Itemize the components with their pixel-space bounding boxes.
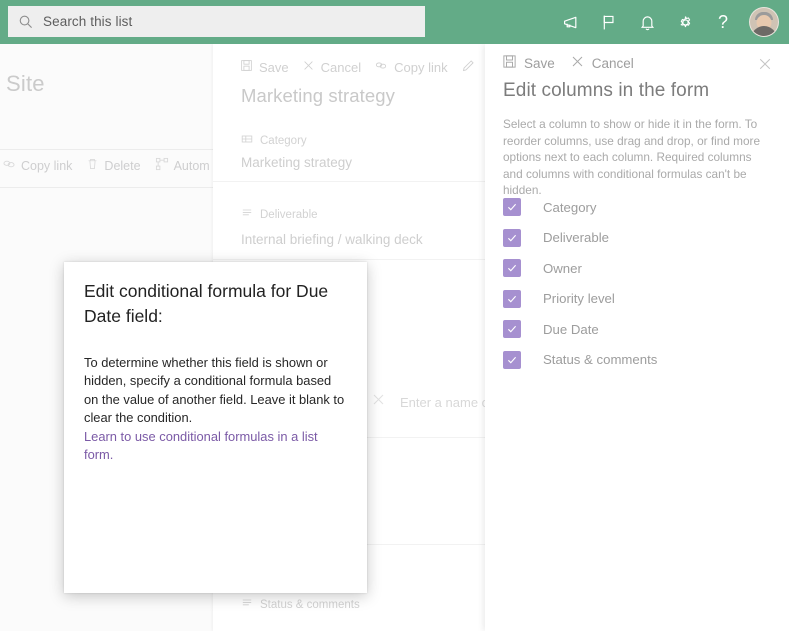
flag-icon[interactable] [591, 0, 627, 44]
automate-icon [155, 157, 169, 174]
column-label: Status & comments [543, 352, 658, 368]
cancel-icon [302, 59, 315, 75]
item-form-command-bar: Save Cancel Copy link [213, 53, 485, 81]
app-root: Site Copy link Delete Autom Save Cancel … [0, 0, 789, 631]
search-input[interactable]: Search this list [8, 6, 425, 37]
item-field-divider [213, 259, 485, 260]
save-icon [240, 59, 253, 75]
column-label: Owner [543, 260, 582, 276]
background-automate-label: Autom [173, 158, 210, 173]
item-edit-command[interactable] [461, 59, 475, 76]
item-title: Marketing strategy [241, 85, 395, 106]
item-field-label-text: Status & comments [260, 598, 360, 611]
column-row-category[interactable]: Category [503, 192, 773, 223]
site-title: Site [6, 71, 45, 96]
background-automate-command[interactable]: Autom [155, 157, 210, 174]
text-lines-icon [241, 207, 253, 222]
edit-columns-title: Edit columns in the form [503, 80, 710, 101]
background-divider-top [0, 149, 213, 150]
background-copy-link-command[interactable]: Copy link [2, 157, 72, 174]
column-label: Due Date [543, 321, 599, 337]
copy-link-icon [2, 157, 16, 174]
columns-save-button[interactable]: Save [502, 54, 555, 72]
background-copy-link-label: Copy link [21, 158, 73, 173]
column-label: Priority level [543, 291, 615, 307]
checkbox-status-comments[interactable] [503, 350, 521, 369]
background-divider-bottom [0, 187, 213, 188]
background-command-bar: Copy link Delete Autom [2, 157, 210, 174]
bell-icon[interactable] [629, 0, 665, 44]
close-icon[interactable] [757, 56, 773, 72]
item-owner-row: Enter a name o [371, 392, 489, 412]
columns-cancel-button[interactable]: Cancel [570, 54, 634, 72]
avatar[interactable] [749, 7, 779, 37]
column-checkbox-list: Category Deliverable Owner Priority leve… [503, 192, 773, 375]
columns-cancel-label: Cancel [591, 55, 634, 71]
edit-pencil-icon [461, 59, 475, 76]
item-save-command[interactable]: Save [240, 59, 289, 75]
item-save-label: Save [259, 59, 289, 75]
item-copy-link-label: Copy link [394, 59, 448, 75]
remove-person-icon[interactable] [371, 392, 386, 412]
item-field-value-category[interactable]: Marketing strategy [241, 155, 352, 170]
checkbox-deliverable[interactable] [503, 228, 521, 247]
checkbox-due-date[interactable] [503, 320, 521, 339]
edit-columns-description: Select a column to show or hide it in th… [503, 117, 761, 198]
edit-columns-command-bar: Save Cancel [502, 54, 634, 72]
column-label: Category [543, 199, 597, 215]
checkbox-priority-level[interactable] [503, 289, 521, 308]
dialog-body-text: To determine whether this field is shown… [84, 355, 345, 425]
checkbox-category[interactable] [503, 198, 521, 217]
item-field-label-deliverable: Deliverable [241, 207, 318, 222]
column-label: Deliverable [543, 230, 609, 246]
item-field-value-deliverable[interactable]: Internal briefing / walking deck [241, 232, 423, 247]
column-row-due-date[interactable]: Due Date [503, 314, 773, 345]
topbar-icon-group: ? [553, 0, 781, 44]
columns-save-label: Save [524, 55, 555, 71]
item-cancel-label: Cancel [320, 59, 362, 75]
column-row-status-comments[interactable]: Status & comments [503, 345, 773, 376]
delete-icon [86, 157, 99, 174]
dialog-title: Edit conditional formula for Due Date fi… [84, 281, 329, 326]
save-icon [502, 54, 517, 72]
item-field-value-owner[interactable]: Enter a name o [400, 395, 489, 410]
copy-link-icon [374, 59, 388, 75]
item-copy-link-command[interactable]: Copy link [374, 59, 448, 75]
item-field-label-text: Deliverable [260, 208, 318, 221]
item-field-label-category: Category [241, 133, 307, 148]
learn-conditional-formulas-link[interactable]: Learn to use conditional formulas in a l… [84, 428, 348, 465]
conditional-formula-dialog: Edit conditional formula for Due Date fi… [64, 262, 367, 593]
column-row-deliverable[interactable]: Deliverable [503, 223, 773, 254]
help-icon[interactable]: ? [705, 0, 741, 44]
item-field-label-status: Status & comments [241, 597, 360, 612]
checkbox-owner[interactable] [503, 259, 521, 278]
avatar-body [751, 26, 777, 36]
column-row-owner[interactable]: Owner [503, 253, 773, 284]
column-row-priority-level[interactable]: Priority level [503, 284, 773, 315]
item-field-label-text: Category [260, 134, 307, 147]
gear-icon[interactable] [667, 0, 703, 44]
edit-columns-panel: Save Cancel Edit columns in the form Sel… [485, 44, 789, 631]
search-icon [18, 14, 34, 30]
choice-icon [241, 133, 253, 148]
item-field-divider [213, 181, 485, 182]
status-icon [241, 597, 253, 612]
item-cancel-command[interactable]: Cancel [302, 59, 361, 75]
megaphone-icon[interactable] [553, 0, 589, 44]
dialog-body: To determine whether this field is shown… [84, 354, 348, 465]
search-placeholder: Search this list [43, 14, 133, 29]
cancel-icon [570, 54, 585, 72]
background-delete-label: Delete [104, 158, 141, 173]
top-navigation-bar: Search this list ? [0, 0, 789, 44]
help-icon-glyph: ? [717, 12, 728, 32]
background-delete-command[interactable]: Delete [86, 157, 141, 174]
